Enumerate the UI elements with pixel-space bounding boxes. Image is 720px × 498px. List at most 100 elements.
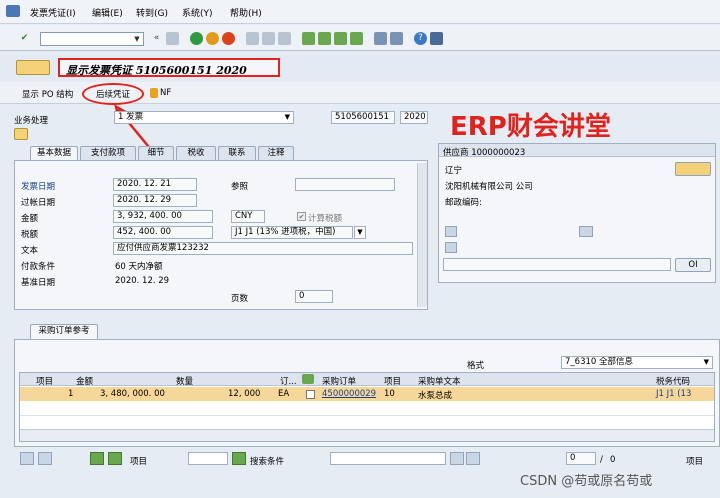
menu-goto[interactable]: 转到(G): [136, 6, 168, 19]
fiscal-year: 2020: [400, 111, 428, 124]
column-amount[interactable]: 金额: [76, 375, 93, 387]
column-tax-code[interactable]: 税务代码: [656, 375, 690, 387]
tab-payment[interactable]: 支付款项: [80, 146, 136, 160]
column-po-text[interactable]: 采购单文本: [418, 375, 461, 387]
deselect-all-icon[interactable]: [38, 452, 52, 465]
tab-basic-data[interactable]: 基本数据: [30, 146, 78, 161]
row-po-link[interactable]: 4500000029: [322, 389, 376, 399]
search-criteria-field[interactable]: [330, 452, 446, 465]
find-icon[interactable]: [450, 452, 464, 465]
find-icon[interactable]: [262, 32, 275, 45]
shortcut-icon[interactable]: [390, 32, 403, 45]
bank-icon[interactable]: [445, 226, 457, 237]
column-po-item[interactable]: 项目: [384, 375, 401, 387]
base-date-value: 2020. 12. 29: [115, 276, 170, 286]
layout-select[interactable]: 7_6310 全部信息 ▼: [561, 356, 713, 369]
page-total: 0: [610, 455, 616, 465]
posting-date-label: 过帐日期: [21, 198, 56, 208]
print-icon[interactable]: [246, 32, 259, 45]
show-po-structure-button[interactable]: 显示 PO 结构: [22, 88, 73, 100]
help-icon[interactable]: ?: [414, 32, 427, 45]
layout-value: 7_6310 全部信息: [565, 357, 633, 367]
scrollbar[interactable]: [417, 163, 427, 307]
horizontal-scrollbar[interactable]: [20, 429, 714, 441]
vendor-header: 供应商 1000000023: [439, 144, 715, 158]
vendor-detail-button[interactable]: [675, 162, 711, 176]
table-row[interactable]: 1 3, 480, 000. 00 12, 000 EA 4500000029 …: [20, 387, 714, 401]
open-items-button[interactable]: OI: [675, 258, 711, 272]
print-preview-icon[interactable]: [579, 226, 593, 237]
check-icon[interactable]: ✔: [18, 32, 31, 45]
find-next-icon[interactable]: [278, 32, 291, 45]
command-field[interactable]: ▼: [40, 32, 144, 46]
standard-toolbar: ✔ ▼ « ?: [0, 25, 720, 51]
last-page-icon[interactable]: [350, 32, 363, 45]
vendor-search-field[interactable]: [443, 258, 671, 271]
vendor-panel: 供应商 1000000023 辽宁 沈阳机械有限公司 公司 邮政编码: OI: [438, 143, 716, 283]
select-all-icon[interactable]: [20, 452, 34, 465]
invoice-date-field[interactable]: 2020. 12. 21: [113, 178, 197, 191]
delete-row-icon[interactable]: [108, 452, 122, 465]
reference-field[interactable]: [295, 178, 395, 191]
add-row-icon[interactable]: [90, 452, 104, 465]
business-select[interactable]: 1 发票 ▼: [114, 111, 294, 124]
back-icon[interactable]: [190, 32, 203, 45]
text-field[interactable]: 应付供应商发票123232: [113, 242, 413, 255]
tax-code-field[interactable]: J1 J1 (13% 进项税，中国): [231, 226, 353, 239]
menu-system[interactable]: 系统(Y): [182, 6, 213, 19]
app-icon[interactable]: [6, 5, 20, 17]
menu-edit[interactable]: 编辑(E): [92, 6, 123, 19]
column-order-unit[interactable]: 订...: [280, 375, 297, 387]
row-po-text: 水泵总成: [418, 391, 453, 401]
basic-data-panel: 发票日期 2020. 12. 21 参照 过帐日期 2020. 12. 29 金…: [14, 160, 428, 310]
open-items-label: OI: [688, 260, 698, 270]
column-quantity[interactable]: 数量: [176, 375, 193, 387]
save-icon[interactable]: [166, 32, 179, 45]
first-page-icon[interactable]: [302, 32, 315, 45]
nf-button[interactable]: NF: [160, 88, 171, 98]
tab-notes[interactable]: 注释: [258, 146, 294, 160]
po-reference-panel: 格式 7_6310 全部信息 ▼ 项目 金额 数量 订... 采购订单 项目 采…: [14, 339, 720, 447]
tab-contact[interactable]: 联系: [218, 146, 256, 160]
calc-tax-checkbox[interactable]: ✔: [297, 212, 306, 221]
exit-icon[interactable]: [206, 32, 219, 45]
row-po-item: 10: [384, 389, 395, 399]
double-left-icon[interactable]: «: [150, 32, 163, 45]
cancel-icon[interactable]: [222, 32, 235, 45]
vendor-header-text: 供应商 1000000023: [443, 148, 526, 158]
tab-tax[interactable]: 税收: [176, 146, 216, 160]
chevron-down-icon[interactable]: ▼: [131, 33, 143, 45]
table-header: 项目 金额 数量 订... 采购订单 项目 采购单文本 税务代码: [20, 373, 714, 387]
chevron-down-icon[interactable]: ▼: [354, 226, 366, 239]
tab-details[interactable]: 细节: [138, 146, 174, 160]
row-amount: 3, 480, 000. 00: [100, 389, 165, 399]
row-checkbox[interactable]: [306, 390, 315, 399]
footer-item-field[interactable]: [188, 452, 228, 465]
column-po[interactable]: 采购订单: [322, 375, 356, 387]
search-criteria-icon[interactable]: [232, 452, 246, 465]
tab-po-reference[interactable]: 采购订单参考: [30, 324, 98, 339]
pages-label: 页数: [231, 294, 249, 304]
display-mode-icon[interactable]: [16, 60, 50, 75]
currency-field[interactable]: CNY: [231, 210, 265, 223]
chevron-down-icon: ▼: [703, 358, 709, 366]
csdn-watermark: CSDN @苟或原名苟或: [520, 474, 653, 489]
hold-icon[interactable]: [14, 128, 28, 140]
menu-invoice[interactable]: 发票凭证(I): [30, 6, 76, 19]
business-value: 1 发票: [118, 112, 144, 122]
tax-field[interactable]: 452, 400. 00: [113, 226, 213, 239]
page-field[interactable]: 0: [566, 452, 596, 465]
find-next-icon[interactable]: [466, 452, 480, 465]
amount-field[interactable]: 3, 932, 400. 00: [113, 210, 213, 223]
page-title-text: 显示发票凭证 5105600151 2020: [66, 64, 247, 77]
chevron-down-icon: ▼: [284, 113, 290, 121]
prev-page-icon[interactable]: [318, 32, 331, 45]
posting-date-field[interactable]: 2020. 12. 29: [113, 194, 197, 207]
filter-icon[interactable]: [445, 242, 457, 253]
column-item[interactable]: 项目: [36, 375, 53, 387]
layout-icon[interactable]: [430, 32, 443, 45]
new-session-icon[interactable]: [374, 32, 387, 45]
pages-field[interactable]: 0: [295, 290, 333, 303]
menu-help[interactable]: 帮助(H): [230, 6, 262, 19]
next-page-icon[interactable]: [334, 32, 347, 45]
